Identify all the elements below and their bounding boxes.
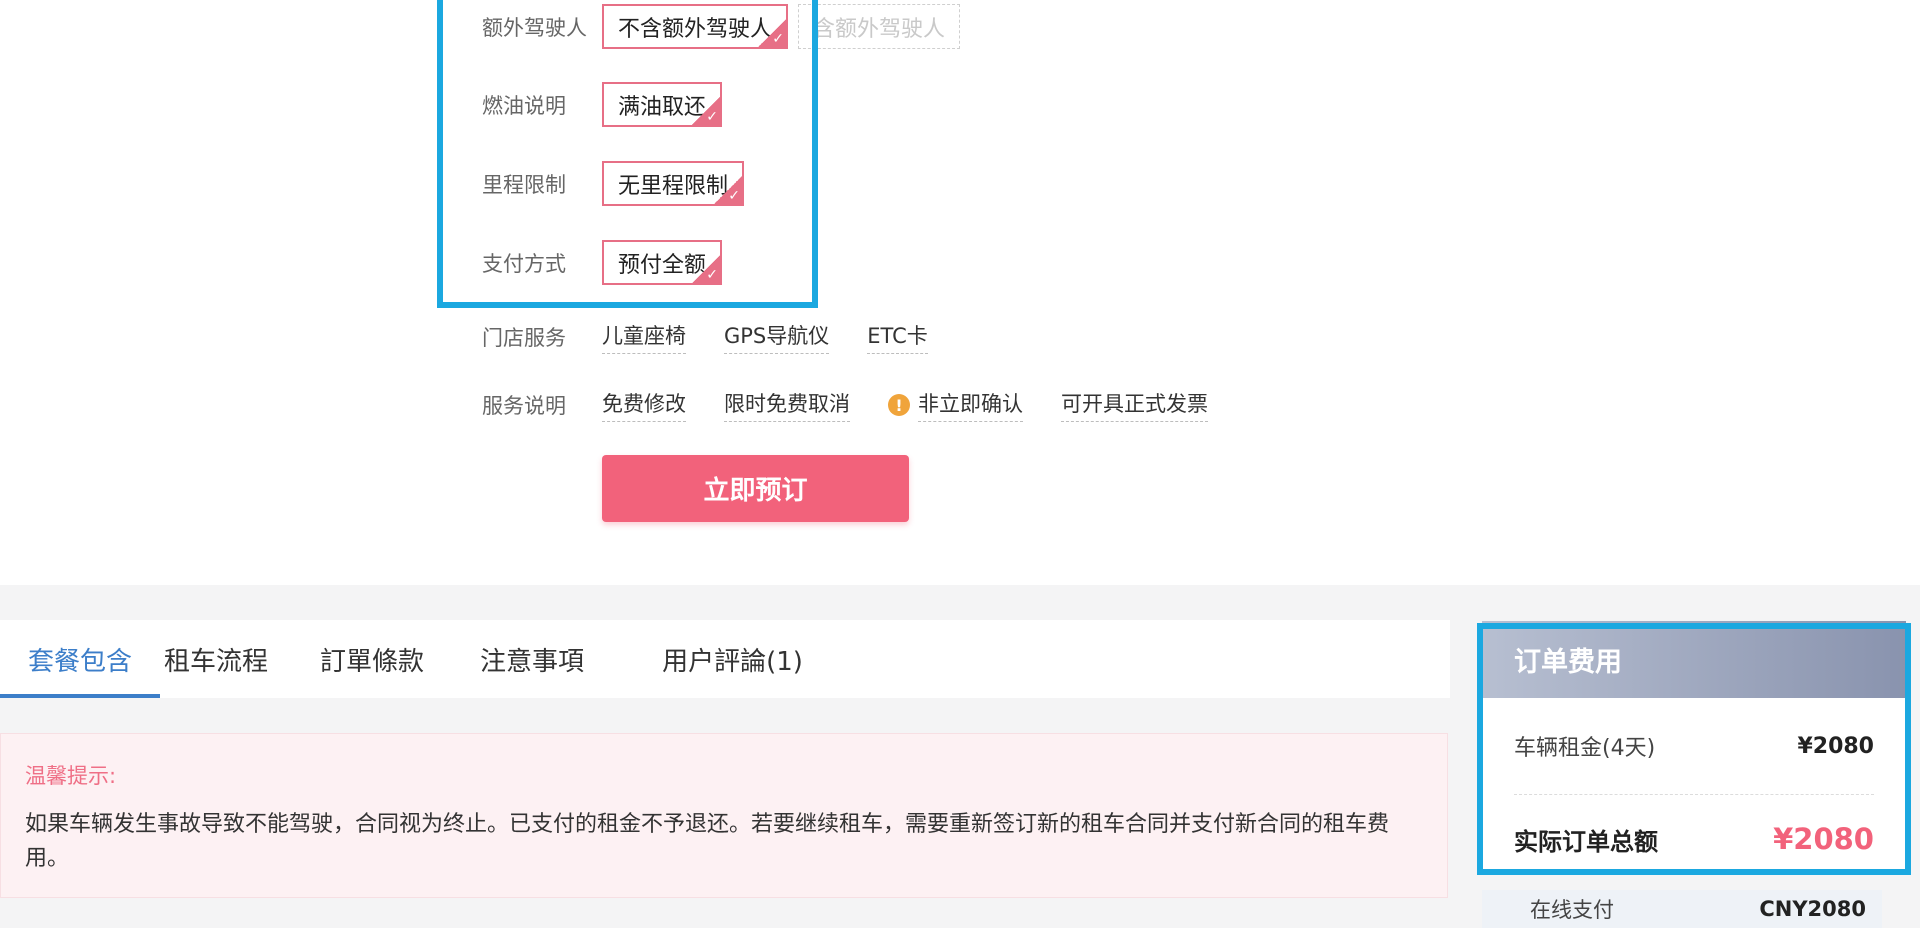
notice-text: 如果车辆发生事故导致不能驾驶，合同视为终止。已支付的租金不予退还。若要继续租车，… xyxy=(25,812,1390,871)
book-now-button[interactable]: 立即预订 xyxy=(602,455,909,522)
service-child-seat[interactable]: 儿童座椅 xyxy=(602,320,686,354)
store-services-label: 门店服务 xyxy=(482,326,566,350)
pay-label: 在线支付 xyxy=(1530,898,1614,922)
warning-icon: ! xyxy=(888,394,910,416)
tab-order-terms[interactable]: 訂單條款 xyxy=(320,620,424,698)
tab-rental-process[interactable]: 租车流程 xyxy=(164,620,268,698)
store-services-row: 门店服务 儿童座椅 GPS导航仪 ETC卡 xyxy=(482,320,966,354)
service-notes-label: 服务说明 xyxy=(482,394,566,418)
note-free-cancel[interactable]: 限时免费取消 xyxy=(724,388,850,422)
detail-tabs: 套餐包含 租车流程 訂單條款 注意事項 用户評論(1) xyxy=(0,620,1450,698)
note-invoice[interactable]: 可开具正式发票 xyxy=(1061,388,1208,422)
tab-notes[interactable]: 注意事項 xyxy=(480,620,584,698)
service-etc-card[interactable]: ETC卡 xyxy=(867,320,928,354)
pay-amount: CNY2080 xyxy=(1759,897,1866,921)
note-not-instant-confirm[interactable]: 非立即确认 xyxy=(918,388,1023,422)
notice-title: 温馨提示: xyxy=(25,764,117,788)
tab-package-includes[interactable]: 套餐包含 xyxy=(0,620,161,698)
notice-box: 温馨提示: 如果车辆发生事故导致不能驾驶，合同视为终止。已支付的租金不予退还。若… xyxy=(0,733,1448,898)
highlight-box-fees xyxy=(1477,623,1911,875)
service-gps[interactable]: GPS导航仪 xyxy=(724,320,830,354)
highlight-box-options xyxy=(437,0,818,308)
online-payment-row: 在线支付 CNY2080 xyxy=(1482,890,1882,928)
service-notes-row: 服务说明 免费修改 限时免费取消 ! 非立即确认 可开具正式发票 xyxy=(482,388,1246,422)
booking-panel: 额外驾驶人 不含额外驾驶人 ✓ 含额外驾驶人 燃油说明 满油取还 ✓ 里程限制 … xyxy=(0,0,1920,585)
chip-with-extra-driver[interactable]: 含额外驾驶人 xyxy=(798,4,961,49)
tab-user-reviews[interactable]: 用户評論(1) xyxy=(662,620,803,698)
note-free-modify[interactable]: 免费修改 xyxy=(602,388,686,422)
